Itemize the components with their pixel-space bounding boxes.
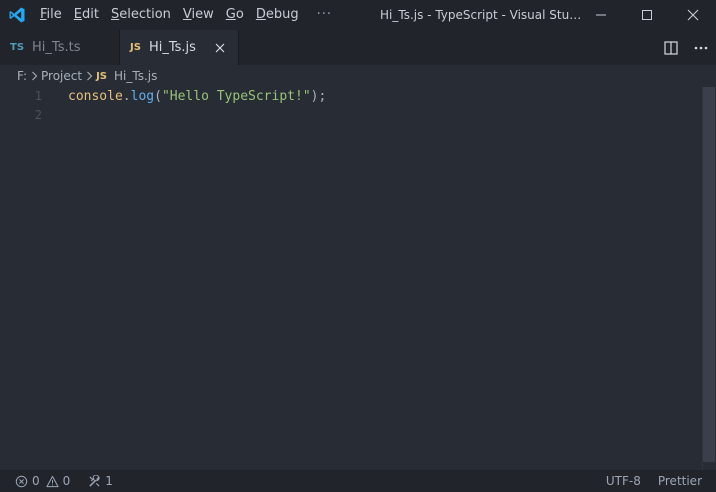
token-close: ); bbox=[310, 89, 327, 104]
warning-count: 0 bbox=[62, 474, 71, 488]
javascript-file-icon: JS bbox=[130, 42, 141, 53]
split-editor-button[interactable] bbox=[656, 30, 686, 65]
maximize-button[interactable] bbox=[624, 0, 670, 30]
vscode-window: File Edit Selection View Go Debug ··· Hi… bbox=[0, 0, 716, 492]
line-number: 2 bbox=[34, 108, 42, 122]
breadcrumb-folder[interactable]: Project bbox=[41, 69, 82, 83]
vscode-logo-icon[interactable] bbox=[0, 0, 34, 30]
scrollbar-thumb[interactable] bbox=[703, 87, 715, 462]
code-line[interactable]: console.log("Hello TypeScript!"); bbox=[68, 87, 326, 106]
code-line[interactable] bbox=[68, 106, 326, 125]
tab-label: Hi_Ts.ts bbox=[32, 40, 81, 55]
menu-debug[interactable]: Debug bbox=[250, 0, 305, 30]
menu-file[interactable]: File bbox=[34, 0, 68, 30]
menu-edit-label: dit bbox=[82, 7, 99, 22]
breadcrumb-drive[interactable]: F: bbox=[17, 69, 27, 83]
vertical-scrollbar[interactable] bbox=[702, 87, 716, 470]
menu-more-button[interactable]: ··· bbox=[305, 0, 344, 30]
tab-hi-ts-js[interactable]: JS Hi_Ts.js bbox=[120, 30, 239, 65]
close-icon bbox=[215, 43, 225, 52]
encoding-indicator[interactable]: UTF-8 bbox=[601, 470, 653, 492]
status-bar: 0 0 1 UTF-8 Prettier bbox=[0, 470, 716, 492]
menu-go-mnemonic: G bbox=[225, 7, 236, 22]
code-content[interactable]: console.log("Hello TypeScript!"); bbox=[68, 87, 326, 125]
close-icon bbox=[687, 9, 699, 21]
close-window-button[interactable] bbox=[670, 0, 716, 30]
menu-bar: File Edit Selection View Go Debug ··· bbox=[34, 0, 344, 30]
maximize-icon bbox=[642, 10, 652, 20]
error-icon bbox=[15, 475, 28, 487]
tab-label: Hi_Ts.js bbox=[148, 40, 196, 55]
code-editor[interactable]: 1 2 console.log("Hello TypeScript!"); bbox=[0, 87, 716, 470]
token-open-paren: ( bbox=[154, 89, 162, 104]
menu-selection-label: election bbox=[119, 7, 171, 22]
menu-view[interactable]: View bbox=[177, 0, 220, 30]
breadcrumb-file[interactable]: Hi_Ts.js bbox=[114, 69, 157, 83]
line-number-gutter: 1 2 bbox=[0, 87, 60, 125]
menu-view-mnemonic: V bbox=[182, 7, 192, 22]
menu-view-label: iew bbox=[191, 7, 214, 22]
menu-file-label: ile bbox=[46, 7, 62, 22]
token-object: console bbox=[68, 89, 123, 104]
status-bar-right: UTF-8 Prettier bbox=[601, 470, 716, 492]
more-actions-icon bbox=[694, 46, 708, 49]
window-controls bbox=[578, 0, 716, 30]
editor-actions bbox=[656, 30, 716, 65]
token-dot: . bbox=[122, 89, 131, 104]
more-actions-button[interactable] bbox=[686, 30, 716, 65]
line-number: 1 bbox=[34, 89, 42, 103]
menu-go[interactable]: Go bbox=[220, 0, 250, 30]
token-method: log bbox=[130, 89, 155, 104]
tools-count: 1 bbox=[105, 474, 113, 488]
title-bar: File Edit Selection View Go Debug ··· Hi… bbox=[0, 0, 716, 30]
token-string: "Hello TypeScript!" bbox=[161, 89, 311, 104]
tab-hi-ts-ts[interactable]: TS Hi_Ts.ts bbox=[0, 30, 120, 65]
menu-debug-mnemonic: D bbox=[255, 7, 266, 22]
typescript-file-icon: TS bbox=[10, 42, 25, 53]
warning-icon bbox=[46, 475, 59, 487]
minimize-icon bbox=[596, 14, 606, 16]
javascript-file-icon: JS bbox=[96, 70, 108, 82]
problems-indicator[interactable]: 0 0 bbox=[0, 470, 75, 492]
error-count: 0 bbox=[32, 474, 40, 488]
menu-edit[interactable]: Edit bbox=[68, 0, 105, 30]
breadcrumb: F: Project JS Hi_Ts.js bbox=[0, 65, 716, 87]
tab-close-button[interactable] bbox=[212, 40, 228, 56]
split-editor-icon bbox=[664, 40, 678, 55]
editor-tab-bar: TS Hi_Ts.ts JS Hi_Ts.js bbox=[0, 30, 716, 65]
menu-go-label: o bbox=[235, 7, 244, 22]
chevron-right-icon bbox=[27, 71, 41, 81]
window-title: Hi_Ts.js - TypeScript - Visual Stud... bbox=[380, 8, 586, 22]
tools-icon bbox=[89, 474, 100, 487]
tools-indicator[interactable]: 1 bbox=[83, 470, 118, 492]
menu-selection[interactable]: Selection bbox=[105, 0, 177, 30]
formatter-indicator[interactable]: Prettier bbox=[653, 470, 716, 492]
menu-selection-mnemonic: S bbox=[110, 7, 120, 22]
minimize-button[interactable] bbox=[578, 0, 624, 30]
menu-edit-mnemonic: E bbox=[73, 7, 82, 22]
menu-debug-label: ebug bbox=[265, 7, 299, 22]
chevron-right-icon bbox=[82, 71, 96, 81]
